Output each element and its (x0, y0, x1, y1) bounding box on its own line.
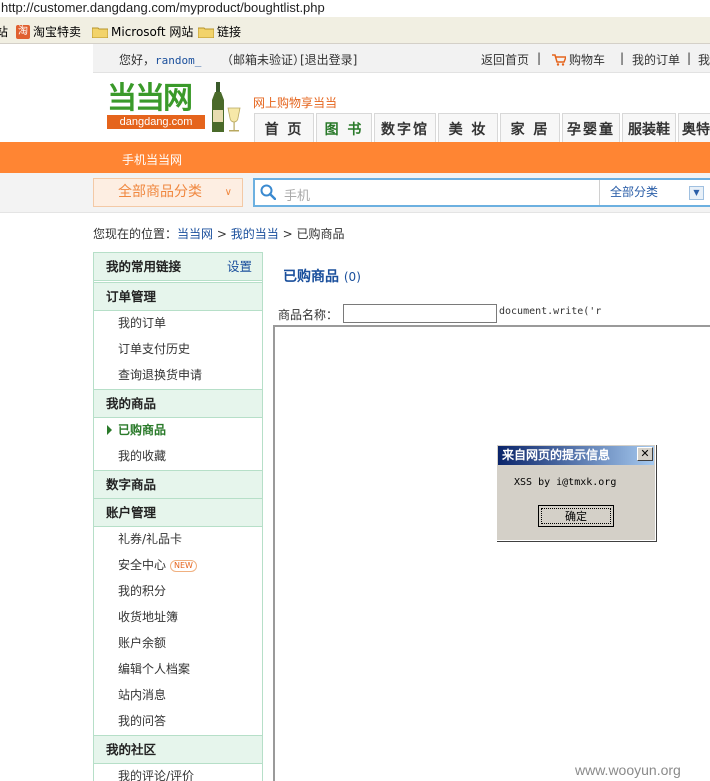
alert-dialog: 来自网页的提示信息 ✕ XSS by i@tmxk.org 确定 (496, 444, 656, 541)
ok-button[interactable]: 确定 (538, 505, 614, 527)
username-link[interactable]: random_ (155, 54, 201, 67)
category-band: 手机当当网 (0, 142, 710, 173)
injected-script-text: document.write('r (499, 306, 602, 317)
dropdown-arrow-icon[interactable]: ▼ (689, 186, 704, 200)
page-title: 已购商品 (0) (283, 269, 361, 285)
sidebar-item-my-orders[interactable]: 我的订单 (94, 310, 262, 336)
sidebar-group-account: 账户管理 (94, 498, 262, 527)
nav-tab-baby[interactable]: 孕婴童 (562, 113, 620, 143)
link-item-partial[interactable]: 站 (0, 23, 8, 40)
search-row: 全部商品分类 ∨ 手机 全部分类 ▼ (0, 173, 710, 213)
sidebar-favorites-header: 我的常用链接 设置 (94, 252, 262, 281)
product-name-label: 商品名称： (278, 308, 339, 322)
watermark: www.wooyun.org (575, 762, 681, 778)
item-count: (0) (343, 270, 361, 284)
sidebar-item-points[interactable]: 我的积分 (94, 578, 262, 604)
sidebar-item-payment-history[interactable]: 订单支付历史 (94, 336, 262, 362)
cart-icon (552, 54, 568, 66)
sidebar-item-purchased[interactable]: 已购商品 (94, 417, 262, 443)
links-toolbar: 站 淘 淘宝特卖 Microsoft 网站 链接 (0, 17, 710, 44)
slogan: 网上购物享当当 (253, 96, 338, 110)
taobao-icon: 淘 (16, 24, 30, 39)
link-item-links[interactable]: 链接 (198, 23, 241, 40)
sidebar-item-favorites[interactable]: 我的收藏 (94, 443, 262, 469)
results-frame (273, 325, 710, 781)
sidebar-item-gift-cards[interactable]: 礼券/礼品卡 (94, 526, 262, 552)
sidebar-group-orders: 订单管理 (94, 282, 262, 311)
sidebar-item-security[interactable]: 安全中心 NEW (94, 552, 262, 578)
nav-tab-digital[interactable]: 数字馆 (374, 113, 436, 143)
sidebar-item-balance[interactable]: 账户余额 (94, 630, 262, 656)
more-link[interactable]: 我 (698, 51, 710, 68)
sidebar-group-digital[interactable]: 数字商品 (94, 470, 262, 499)
breadcrumb: 您现在的位置：当当网 > 我的当当 > 已购商品 (93, 227, 345, 241)
all-categories-button[interactable]: 全部商品分类 ∨ (93, 178, 243, 207)
account-sidebar: 我的常用链接 设置 订单管理 我的订单 订单支付历史 查询退换货申请 我的商品 … (93, 252, 263, 781)
sidebar-item-addresses[interactable]: 收货地址簿 (94, 604, 262, 630)
mobile-site-link[interactable]: 手机当当网 (122, 151, 182, 168)
nav-tab-apparel[interactable]: 服装鞋 (622, 113, 676, 143)
logout-link[interactable]: [退出登录] (300, 51, 357, 68)
search-box: 手机 全部分类 ▼ (253, 178, 710, 207)
sidebar-item-profile[interactable]: 编辑个人档案 (94, 656, 262, 682)
greeting: 您好，random_ (119, 53, 202, 67)
alert-message: XSS by i@tmxk.org (514, 477, 617, 488)
breadcrumb-site[interactable]: 当当网 (177, 227, 213, 241)
cart-link[interactable]: 购物车 (552, 51, 605, 68)
nav-tab-beauty[interactable]: 美 妆 (438, 113, 498, 143)
main-nav: 首 页 图 书 数字馆 美 妆 家 居 孕婴童 服装鞋 奥特 (254, 113, 710, 143)
sidebar-item-qa[interactable]: 我的问答 (94, 708, 262, 734)
breadcrumb-current: 已购商品 (296, 227, 345, 241)
nav-tab-home-living[interactable]: 家 居 (500, 113, 560, 143)
search-input[interactable]: 手机 (284, 185, 310, 204)
link-item-taobao[interactable]: 淘 淘宝特卖 (16, 23, 81, 40)
sidebar-item-messages[interactable]: 站内消息 (94, 682, 262, 708)
new-badge: NEW (170, 560, 197, 572)
selected-arrow-icon (107, 425, 112, 435)
user-topbar: 您好，random_ （邮箱未验证） [退出登录] 返回首页 | 购物车 | 我… (93, 44, 710, 73)
folder-icon (198, 27, 214, 38)
sidebar-settings-link[interactable]: 设置 (227, 253, 252, 280)
dangdang-logo[interactable]: 当当网 dangdang.com (107, 83, 207, 133)
folder-icon (92, 27, 108, 38)
sidebar-group-community: 我的社区 (94, 735, 262, 764)
sidebar-item-returns[interactable]: 查询退换货申请 (94, 362, 262, 388)
sidebar-item-reviews[interactable]: 我的评论/评价 (94, 763, 262, 781)
orders-link[interactable]: 我的订单 (632, 51, 680, 68)
breadcrumb-section[interactable]: 我的当当 (231, 227, 279, 241)
close-icon[interactable]: ✕ (637, 447, 653, 461)
sidebar-group-products: 我的商品 (94, 389, 262, 418)
search-icon[interactable] (260, 184, 276, 200)
nav-tab-home[interactable]: 首 页 (254, 113, 314, 143)
email-status: （邮箱未验证） (221, 53, 306, 67)
chevron-down-icon: ∨ (224, 187, 232, 198)
nav-tab-books[interactable]: 图 书 (316, 113, 372, 143)
home-link[interactable]: 返回首页 (481, 51, 529, 68)
product-name-input[interactable] (343, 304, 497, 323)
alert-title: 来自网页的提示信息 (498, 446, 654, 465)
wine-bottle-icon (212, 82, 241, 132)
address-bar[interactable]: http://customer.dangdang.com/myproduct/b… (0, 0, 710, 16)
link-item-microsoft[interactable]: Microsoft 网站 (92, 23, 193, 40)
nav-tab-outlet[interactable]: 奥特 (678, 113, 710, 143)
